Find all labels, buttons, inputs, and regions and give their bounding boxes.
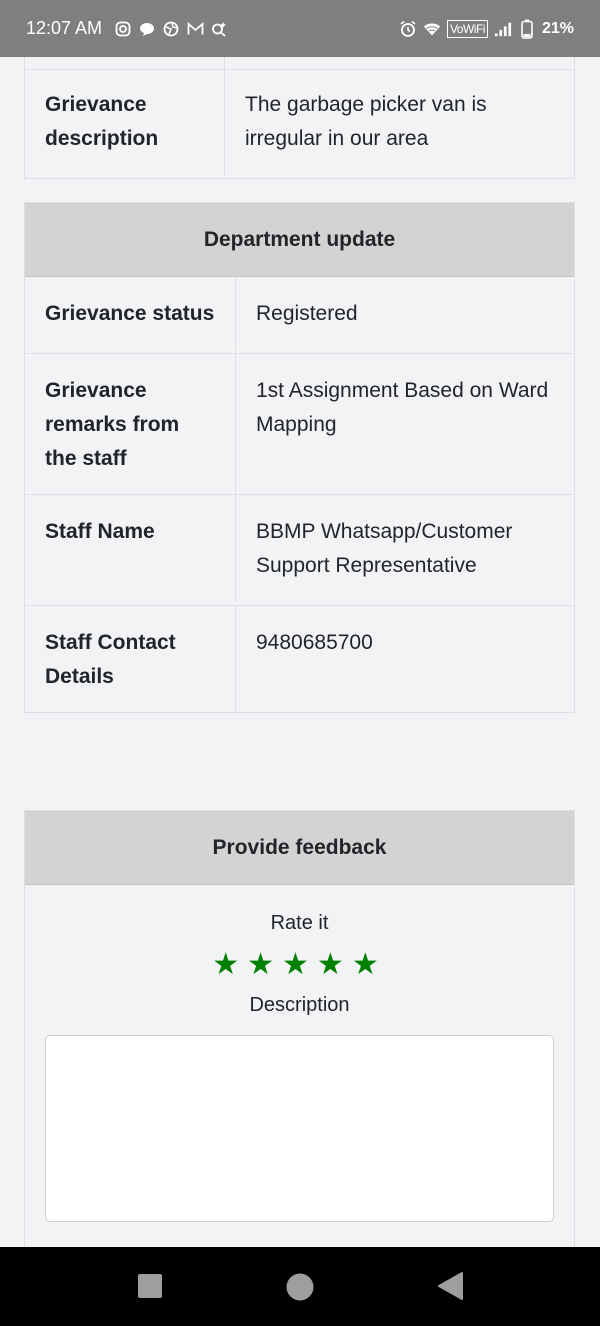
status-time: 12:07 AM <box>26 18 103 38</box>
status-bar: 12:07 AM VoWiFi 21% <box>0 0 600 57</box>
grievance-remarks-value: 1st Assignment Based on Ward Mapping <box>256 379 549 436</box>
recents-square-icon[interactable] <box>137 1273 163 1299</box>
rate-label: Rate it <box>270 912 329 934</box>
feedback-body: Rate it ★★★★★ Description <box>25 885 574 1247</box>
table-row: Grievance remarks from the staff 1st Ass… <box>25 353 574 494</box>
grievance-status-value: Registered <box>256 302 358 325</box>
table-row: Staff Name BBMP Whatsapp/Customer Suppor… <box>25 494 574 605</box>
chat-bubble-icon <box>138 20 156 38</box>
staff-contact-value: 9480685700 <box>256 631 373 654</box>
grievance-description-value: The garbage picker van is irregular in o… <box>245 93 487 150</box>
page-content[interactable]: Grievance description The garbage picker… <box>0 57 600 1247</box>
feedback-title: Provide feedback <box>25 811 574 885</box>
grievance-description-label: Grievance description <box>25 70 225 176</box>
department-update-title: Department update <box>25 203 574 277</box>
star-rating[interactable]: ★★★★★ <box>45 947 554 983</box>
grievance-status-label: Grievance status <box>25 277 236 351</box>
battery-percent: 21% <box>541 19 574 37</box>
staff-name-label: Staff Name <box>25 495 236 601</box>
globe-icon <box>162 20 180 38</box>
search-sparkle-icon <box>210 20 228 38</box>
vowifi-badge: VoWiFi <box>446 19 488 38</box>
wifi-icon <box>423 20 441 38</box>
instagram-icon <box>114 20 132 38</box>
alarm-icon <box>399 20 417 38</box>
navigation-bar <box>0 1247 600 1326</box>
table-row: Grievance description The garbage picker… <box>25 69 574 178</box>
grievance-details-table: Grievance description The garbage picker… <box>24 57 575 179</box>
staff-name-value: BBMP Whatsapp/Customer Support Represent… <box>256 520 513 577</box>
staff-contact-label: Staff Contact Details <box>25 606 236 712</box>
feedback-panel: Provide feedback Rate it ★★★★★ Descripti… <box>24 810 575 1247</box>
grievance-remarks-label: Grievance remarks from the staff <box>25 354 236 494</box>
description-textarea[interactable] <box>45 1035 554 1222</box>
gmail-icon <box>186 20 204 38</box>
description-label: Description <box>249 994 350 1016</box>
table-row: Staff Contact Details 9480685700 <box>25 605 574 712</box>
home-circle-icon[interactable] <box>285 1272 315 1302</box>
signal-icon <box>494 20 512 38</box>
back-triangle-icon[interactable] <box>436 1271 464 1301</box>
table-row-partial <box>25 57 574 69</box>
table-row: Grievance status Registered <box>25 277 574 353</box>
battery-icon <box>518 19 536 39</box>
department-update-table: Department update Grievance status Regis… <box>24 202 575 713</box>
